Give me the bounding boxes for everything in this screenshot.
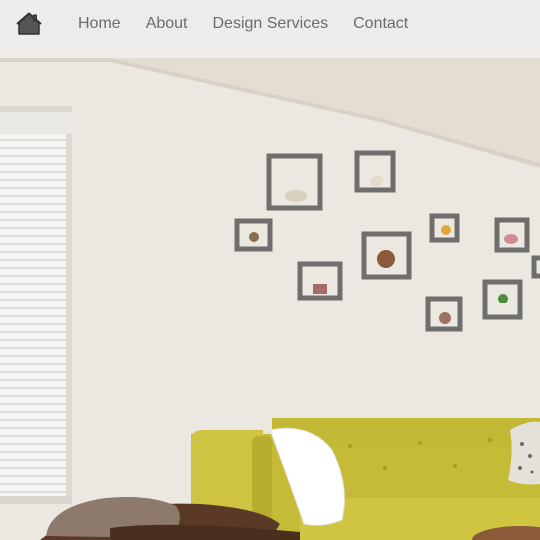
nav-links: Home About Design Services Contact — [78, 0, 408, 47]
top-navigation-bar: Home About Design Services Contact — [0, 0, 540, 47]
nav-link-about[interactable]: About — [146, 15, 188, 33]
home-icon[interactable] — [16, 12, 42, 36]
nav-link-home[interactable]: Home — [78, 15, 121, 33]
living-room-illustration — [0, 58, 540, 540]
nav-link-contact[interactable]: Contact — [353, 15, 408, 33]
nav-link-design-services[interactable]: Design Services — [213, 15, 329, 33]
hero-image — [0, 58, 540, 540]
patterned-pillow — [508, 421, 540, 485]
window-blinds — [0, 134, 72, 504]
